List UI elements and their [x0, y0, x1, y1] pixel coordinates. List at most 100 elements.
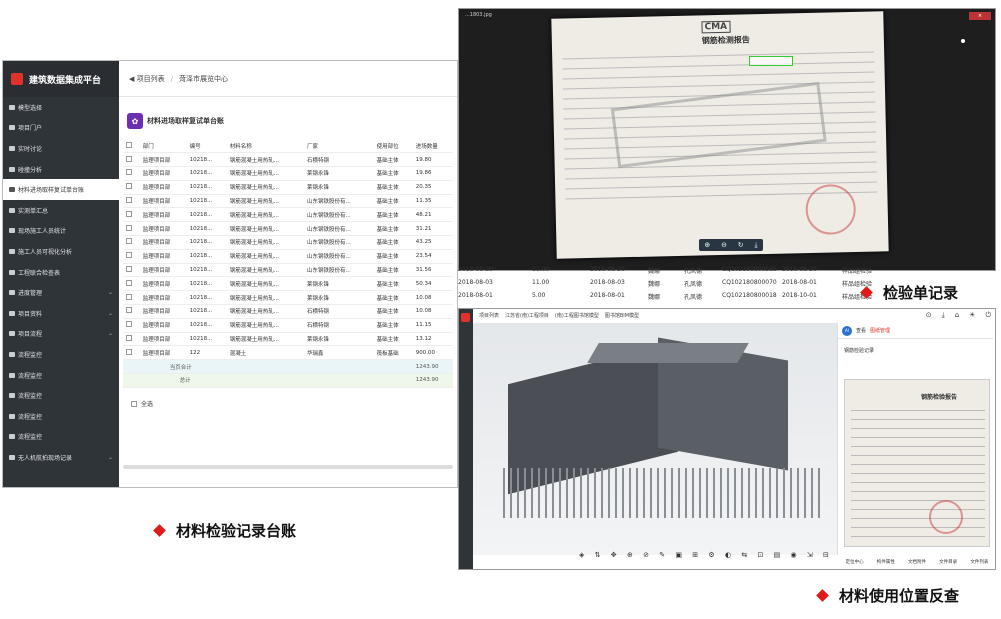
bim-bottom-tab[interactable]: 文件目录	[939, 559, 957, 565]
sidebar-item[interactable]: 项目资料 ⌄	[3, 303, 119, 324]
row-checkbox[interactable]	[123, 235, 140, 250]
row-checkbox[interactable]	[123, 318, 140, 333]
bim-tool-icon[interactable]: ✎	[659, 551, 665, 563]
sidebar-item[interactable]: 流程监控	[3, 344, 119, 365]
zoom-out-icon[interactable]: ⊖	[721, 241, 727, 249]
table-row[interactable]: 监理项目部 10218... 钢筋混凝土用热轧... 山东钢铁股份有... 基础主体 23…	[123, 249, 453, 264]
bim-tool-icon[interactable]: ⊟	[823, 551, 829, 563]
header-checkbox[interactable]	[123, 139, 140, 154]
chevron-down-icon: ⌄	[107, 309, 113, 317]
row-checkbox[interactable]	[123, 180, 140, 195]
bim-tool-icon[interactable]: ◉	[790, 551, 796, 563]
viewer-close-button[interactable]: ×	[969, 12, 991, 20]
row-checkbox[interactable]	[123, 207, 140, 223]
sidebar-item[interactable]: 进度管理 ⌄	[3, 282, 119, 303]
row-checkbox[interactable]	[123, 152, 140, 168]
row-checkbox[interactable]	[123, 194, 140, 209]
row-checkbox[interactable]	[123, 166, 140, 181]
sidebar-item[interactable]: 项目流程 ⌄	[3, 324, 119, 345]
bim-tool-icon[interactable]: ⊡	[757, 551, 763, 563]
table-row[interactable]: 监理项目部 10218... 钢筋混凝土用热轧... 山东钢铁股份有... 基础主体 31…	[123, 221, 453, 237]
bim-tool-icon[interactable]: ◈	[579, 551, 584, 563]
row-checkbox[interactable]	[123, 263, 140, 278]
ledger-cell: 11.00	[532, 279, 550, 286]
bim-header-icon[interactable]: ⏻	[985, 311, 991, 320]
table-row[interactable]: 监理项目部 10218... 钢筋混凝土用热轧... 石横特钢 基础主体 11.15	[123, 318, 453, 333]
table-row[interactable]: 监理项目部 10218... 钢筋混凝土用热轧... 莱钢永锋 基础主体 19.86	[123, 166, 453, 181]
bim-tool-icon[interactable]: ⇲	[807, 551, 813, 563]
bim-header-icon[interactable]: ⤓	[942, 311, 945, 320]
table-row[interactable]: 监理项目部 10218... 钢筋混凝土用热轧... 石横特钢 基础主体 10.08	[123, 304, 453, 319]
sidebar-item[interactable]: 实时讨论	[3, 138, 119, 159]
menu-icon	[9, 166, 15, 172]
bim-tool-icon[interactable]: ◐	[725, 551, 731, 563]
table-row[interactable]: 监理项目部 10218... 钢筋混凝土用热轧... 山东钢铁股份有... 基础主体 43…	[123, 235, 453, 250]
bim-tool-icon[interactable]: ⊘	[643, 551, 649, 563]
back-icon[interactable]: ◀	[129, 75, 137, 83]
table-cell: 山东钢铁股份有...	[304, 194, 374, 209]
row-checkbox[interactable]	[123, 276, 140, 292]
bim-tool-icon[interactable]: ⚙	[708, 551, 714, 563]
sidebar-item[interactable]: 工程联合检查表	[3, 262, 119, 283]
table-cell: 23.54	[412, 249, 453, 264]
table-row[interactable]: 监理项目部 10218... 钢筋混凝土用热轧... 莱钢永锋 基础主体 50.34	[123, 276, 453, 292]
table-row[interactable]: 监理项目部 10218... 钢筋混凝土用热轧... 莱钢永锋 基础主体 20.35	[123, 180, 453, 195]
sidebar-item[interactable]: 材料进场取样复试单台账	[3, 179, 119, 200]
model-canvas[interactable]	[473, 323, 839, 555]
sidebar-item[interactable]: 模型选择	[3, 97, 119, 118]
sidebar-item[interactable]: 项目门户	[3, 118, 119, 139]
zoom-in-icon[interactable]: ⊕	[704, 241, 710, 249]
bim-tool-icon[interactable]: ▣	[675, 551, 682, 563]
bim-bottom-tab[interactable]: 定位中心	[846, 559, 864, 565]
sidebar-item[interactable]: 流程监控	[3, 427, 119, 448]
row-checkbox[interactable]	[123, 304, 140, 319]
sidebar-item[interactable]: 无人机航拍现场记录 ⌄	[3, 447, 119, 468]
bim-bottom-tab[interactable]: 文件列表	[970, 559, 988, 565]
bim-header-icon[interactable]: ⊙	[926, 311, 932, 320]
row-checkbox[interactable]	[123, 345, 140, 361]
panel-tab-drawings[interactable]: 图纸管理	[870, 327, 890, 334]
sidebar-item[interactable]: 流程监控	[3, 406, 119, 427]
bim-tool-icon[interactable]: ⊞	[692, 551, 698, 563]
row-checkbox[interactable]	[123, 249, 140, 264]
bim-tool-icon[interactable]: ✥	[611, 551, 617, 563]
sidebar-item[interactable]: 实测单汇总	[3, 200, 119, 221]
table-cell: 监理项目部	[139, 304, 187, 319]
bim-tool-icon[interactable]: ▤	[774, 551, 781, 563]
bim-header-icon[interactable]: ☀	[969, 311, 975, 320]
table-row[interactable]: 监理项目部 10218... 钢筋混凝土用热轧... 山东钢铁股份有... 基础主体 11…	[123, 194, 453, 209]
annotation-toolbar[interactable]	[749, 56, 793, 66]
sidebar-item[interactable]: 流程监控	[3, 365, 119, 386]
table-row[interactable]: 监理项目部 10218... 钢筋混凝土用热轧... 莱钢永锋 基础主体 13.12	[123, 332, 453, 347]
table-row[interactable]: 监理项目部 10218... 钢筋混凝土用热轧... 山东钢铁股份有... 基础主体 48…	[123, 207, 453, 223]
download-icon[interactable]: ⤓	[754, 241, 757, 250]
bim-tool-icon[interactable]: ⇆	[741, 551, 747, 563]
table-row[interactable]: 监理项目部 10218... 钢筋混凝土用热轧... 莱钢永锋 基础主体 10.08	[123, 290, 453, 306]
row-checkbox[interactable]	[123, 332, 140, 347]
table-row[interactable]: 监理项目部 10218... 钢筋混凝土用热轧... 石横特钢 基础主体 19.80	[123, 152, 453, 168]
row-checkbox[interactable]	[123, 290, 140, 306]
horizontal-scrollbar[interactable]	[123, 465, 453, 469]
bim-tool-icon[interactable]: ⇅	[595, 551, 601, 563]
sidebar-item[interactable]: 现场施工人员统计	[3, 221, 119, 242]
select-all-checkbox[interactable]	[131, 400, 137, 407]
bim-bottom-tab[interactable]: 文档附件	[908, 559, 926, 565]
bim-tool-icon[interactable]: ⊕	[627, 551, 633, 563]
bim-header-icon[interactable]: ⌂	[955, 311, 959, 320]
ledger-row: 2018-08-03 11.00 2018-08-03 魏娜 孔凤德 CQ10218080…	[458, 279, 872, 292]
bim-crumb-1[interactable]: 项目列表	[479, 312, 499, 319]
sidebar-item[interactable]: 流程监控	[3, 385, 119, 406]
bim-bottom-tab[interactable]: 构件属性	[877, 559, 895, 565]
bim-crumb-2[interactable]: 江苏省(南)工程项目	[505, 312, 549, 319]
breadcrumb-project-list[interactable]: 项目列表	[137, 74, 165, 84]
bim-crumb-3[interactable]: (南)工程图书馆模型	[555, 312, 599, 319]
select-all[interactable]: 全选	[131, 399, 153, 408]
table-row[interactable]: 监理项目部 10218... 钢筋混凝土用热轧... 山东钢铁股份有... 基础主体 31…	[123, 263, 453, 278]
panel-title-text: 材料进场取样复试单台账	[147, 117, 224, 125]
rotate-icon[interactable]: ↻	[738, 241, 744, 249]
panel-tab-view[interactable]: 查看	[856, 327, 866, 334]
table-row[interactable]: 监理项目部 122 混凝土 华瑞鑫 筏板基础 900.00	[123, 345, 453, 361]
row-checkbox[interactable]	[123, 221, 140, 237]
sidebar-item[interactable]: 施工人员可视化分析	[3, 241, 119, 262]
sidebar-item[interactable]: 碰撞分析	[3, 159, 119, 180]
